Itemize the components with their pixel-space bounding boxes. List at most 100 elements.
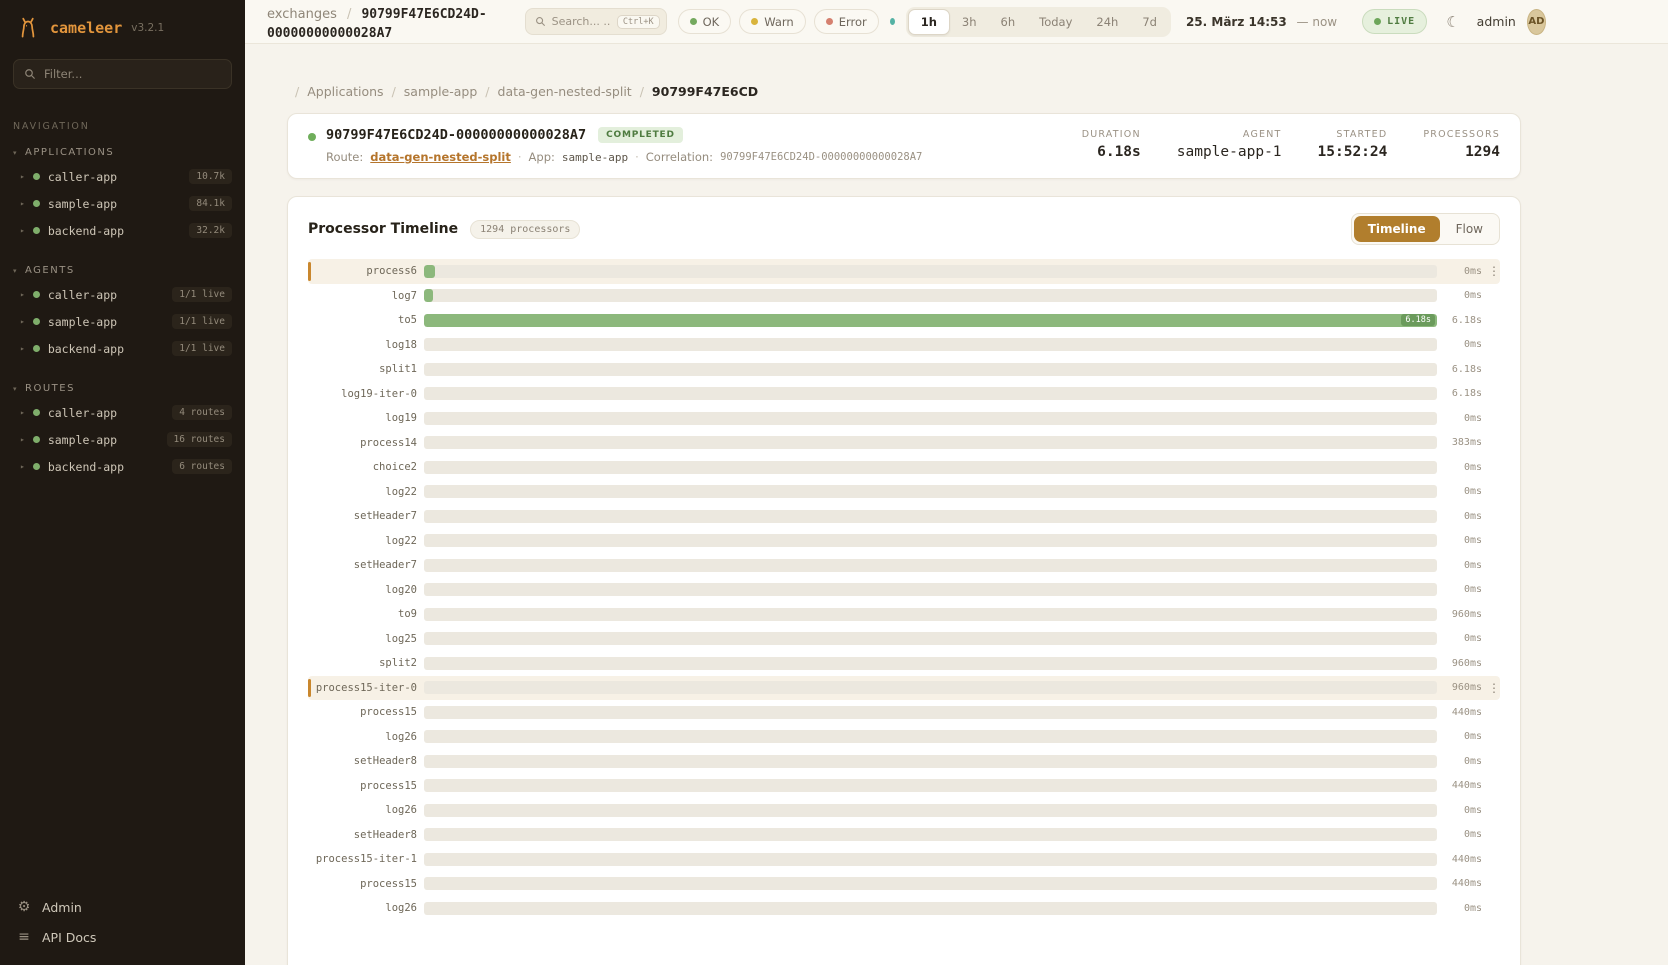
timeline-row[interactable]: log22 0ms ⋮ (308, 480, 1500, 505)
timeline-row[interactable]: log20 0ms ⋮ (308, 578, 1500, 603)
timeline-row[interactable]: process15-iter-0 960ms ⋮ (308, 676, 1500, 701)
breadcrumb-link[interactable]: data-gen-nested-split (498, 84, 632, 99)
sidebar-item[interactable]: ▸ sample-app 16 routes (0, 426, 245, 453)
status-dot (33, 345, 40, 352)
admin-link[interactable]: ⚙ Admin (16, 899, 229, 915)
stat-value: sample-app-1 (1177, 144, 1282, 160)
timeline-row[interactable]: log26 0ms ⋮ (308, 798, 1500, 823)
breadcrumb-separator: / (485, 84, 489, 99)
processor-name: process15-iter-1 (308, 853, 417, 865)
route-label: Route: (326, 150, 363, 164)
sidebar-filter-input[interactable]: Filter... (13, 59, 232, 89)
timeline-row[interactable]: setHeader7 0ms ⋮ (308, 553, 1500, 578)
status-dot (690, 18, 697, 25)
section-header-routes[interactable]: ▾ ROUTES (0, 378, 245, 399)
app-root: cameleer v3.2.1 Filter... NAVIGATION ▾ A… (0, 0, 1668, 965)
timeline-row[interactable]: log19 0ms ⋮ (308, 406, 1500, 431)
view-toggle-button[interactable]: Timeline (1354, 216, 1440, 242)
sidebar-section-agents: ▾ AGENTS ▸ caller-app 1/1 live ▸ s (0, 260, 245, 362)
chevron-right-icon: ▸ (20, 199, 25, 208)
row-menu-icon[interactable]: ⋮ (1482, 681, 1500, 695)
sidebar-item-badge: 6 routes (172, 459, 232, 474)
sidebar-item-label: caller-app (48, 288, 117, 302)
search-input[interactable]: Search... ... Ctrl+K (525, 8, 667, 35)
live-badge[interactable]: LIVE (1362, 9, 1427, 34)
processor-name: process15 (308, 780, 417, 792)
timeline-row[interactable]: process6 0ms ⋮ (308, 259, 1500, 284)
sidebar-item[interactable]: ▸ backend-app 6 routes (0, 453, 245, 480)
timeline-bar-track (424, 534, 1437, 547)
timeline-row[interactable]: setHeader8 0ms ⋮ (308, 823, 1500, 848)
processor-name: log26 (308, 804, 417, 816)
time-range-button[interactable]: Today (1027, 9, 1084, 35)
avatar[interactable]: AD (1527, 9, 1546, 35)
time-range-button[interactable]: 24h (1084, 9, 1130, 35)
content: exchanges / 90799F47E6CD24D-000000000000… (245, 0, 1668, 965)
date-range-suffix: — now (1297, 15, 1338, 29)
api-docs-label: API Docs (42, 930, 96, 945)
breadcrumb-link[interactable]: sample-app (404, 84, 478, 99)
exchange-stats: DURATION 6.18s AGENT sample-app-1 STARTE… (1082, 127, 1500, 164)
timeline-row[interactable]: process15 440ms ⋮ (308, 872, 1500, 897)
sidebar-item[interactable]: ▸ caller-app 4 routes (0, 399, 245, 426)
timeline-bar-track (424, 338, 1437, 351)
timeline-row[interactable]: to5 6.18s 6.18s ⋮ (308, 308, 1500, 333)
page-breadcrumb: / Applications / sample-app / data-gen-n… (287, 84, 1668, 99)
timeline-row[interactable]: log19-iter-0 6.18s ⋮ (308, 382, 1500, 407)
status-filter-pill[interactable]: Warn (739, 9, 806, 34)
timeline-row[interactable]: process14 383ms ⋮ (308, 431, 1500, 456)
section-header-applications[interactable]: ▾ APPLICATIONS (0, 142, 245, 163)
timeline-bar-track (424, 853, 1437, 866)
timeline-row[interactable]: process15 440ms ⋮ (308, 700, 1500, 725)
timeline-row[interactable]: log26 0ms ⋮ (308, 896, 1500, 921)
section-header-agents[interactable]: ▾ AGENTS (0, 260, 245, 281)
timeline-row[interactable]: split1 6.18s ⋮ (308, 357, 1500, 382)
row-duration: 440ms (1437, 854, 1482, 865)
sidebar-item[interactable]: ▸ caller-app 1/1 live (0, 281, 245, 308)
timeline-row[interactable]: process15 440ms ⋮ (308, 774, 1500, 799)
timeline-bar-track (424, 681, 1437, 694)
row-duration: 6.18s (1437, 315, 1482, 326)
timeline-row[interactable]: to9 960ms ⋮ (308, 602, 1500, 627)
theme-toggle-moon-icon[interactable]: ☾ (1446, 13, 1459, 31)
processor-name: log22 (308, 486, 417, 498)
view-toggle-button[interactable]: Flow (1442, 216, 1497, 242)
timeline-bar-track (424, 828, 1437, 841)
time-range-button[interactable]: 7d (1130, 9, 1169, 35)
time-range-button[interactable]: 1h (908, 9, 950, 35)
breadcrumb-link[interactable]: 90799F47E6CD (652, 84, 758, 99)
exchange-status-dot (308, 133, 316, 141)
logo[interactable]: cameleer v3.2.1 (0, 0, 245, 53)
timeline-row[interactable]: log7 0ms ⋮ (308, 284, 1500, 309)
time-range-button[interactable]: 6h (989, 9, 1028, 35)
breadcrumb-exchanges-link[interactable]: exchanges (267, 7, 337, 22)
row-menu-icon[interactable]: ⋮ (1482, 264, 1500, 278)
row-duration: 0ms (1437, 633, 1482, 644)
time-range-button[interactable]: 3h (950, 9, 989, 35)
breadcrumb-link[interactable]: Applications (307, 84, 383, 99)
row-duration: 960ms (1437, 658, 1482, 669)
sidebar-item[interactable]: ▸ sample-app 84.1k (0, 190, 245, 217)
timeline-card: Processor Timeline 1294 processors Timel… (287, 196, 1521, 965)
timeline-row[interactable]: process15-iter-1 440ms ⋮ (308, 847, 1500, 872)
stat-label: AGENT (1177, 129, 1282, 140)
status-filter-pill[interactable]: Error (814, 9, 879, 34)
route-link[interactable]: data-gen-nested-split (370, 150, 511, 164)
sidebar-item[interactable]: ▸ sample-app 1/1 live (0, 308, 245, 335)
timeline-row[interactable]: setHeader8 0ms ⋮ (308, 749, 1500, 774)
timeline-row[interactable]: choice2 0ms ⋮ (308, 455, 1500, 480)
status-filter-pill[interactable]: OK (678, 9, 732, 34)
timeline-row[interactable]: setHeader7 0ms ⋮ (308, 504, 1500, 529)
timeline-row[interactable]: log26 0ms ⋮ (308, 725, 1500, 750)
row-duration: 960ms (1437, 609, 1482, 620)
api-docs-link[interactable]: ≡ API Docs (16, 929, 229, 945)
sidebar-item[interactable]: ▸ backend-app 1/1 live (0, 335, 245, 362)
timeline-row[interactable]: split2 960ms ⋮ (308, 651, 1500, 676)
sidebar-item[interactable]: ▸ caller-app 10.7k (0, 163, 245, 190)
date-range[interactable]: 25. März 14:53 — now (1186, 15, 1337, 29)
timeline-row[interactable]: log18 0ms ⋮ (308, 333, 1500, 358)
timeline-row[interactable]: log22 0ms ⋮ (308, 529, 1500, 554)
timeline-row[interactable]: log25 0ms ⋮ (308, 627, 1500, 652)
cameleer-logo-icon (15, 15, 41, 41)
sidebar-item[interactable]: ▸ backend-app 32.2k (0, 217, 245, 244)
